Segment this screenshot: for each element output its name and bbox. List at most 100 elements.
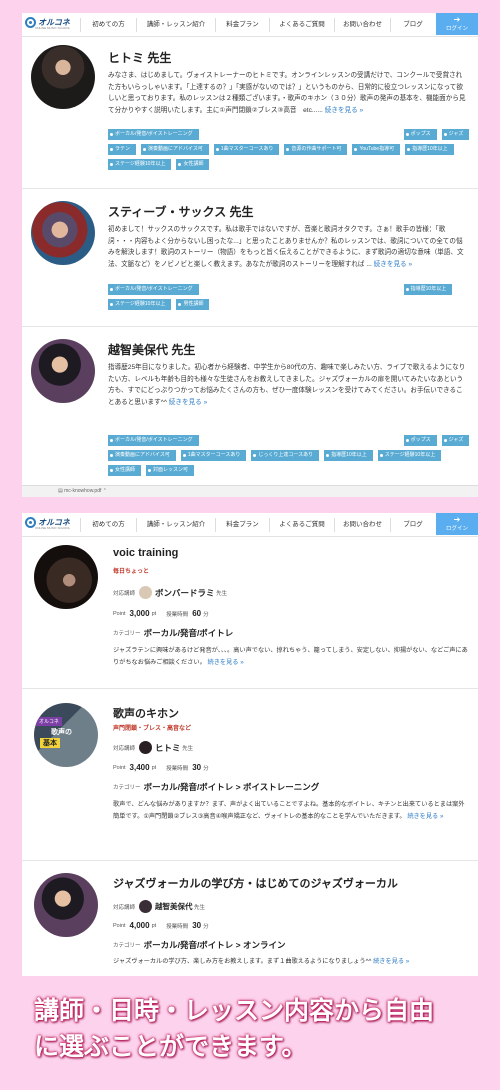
nav-item-contact[interactable]: お問い合わせ [335,13,390,37]
login-icon: ➔ [453,515,461,524]
tag[interactable]: ポップス [403,129,437,140]
lesson-duration: 60 [192,609,202,618]
teacher-mini-avatar [139,586,153,599]
teacher-avatar[interactable] [31,201,95,265]
nav-item-blog[interactable]: ブログ [391,513,435,537]
lesson-category[interactable]: ボーカル/発音/ボイトレ [144,627,234,639]
lesson-subtitle: 毎日ちょっと [113,569,150,575]
teacher-tags: ボーカル/発音/ボイストレーニング 指導歴10年以上 ステージ経験10年以上 男… [108,284,472,310]
tag[interactable]: 演奏動画にアドバイス可 [108,450,176,461]
nav-item-faq[interactable]: よくあるご質問 [270,13,334,37]
login-button[interactable]: ➔ ログイン [436,513,478,535]
lesson-title[interactable]: voic training [113,547,178,559]
tag[interactable]: 指導歴10年以上 [403,284,453,295]
nav-item-faq[interactable]: よくあるご質問 [270,513,334,537]
tag[interactable]: 演奏動画にアドバイス可 [141,144,209,155]
lesson-points: 3,400 [129,763,150,772]
tag[interactable]: ジャズ [441,435,470,446]
read-more-link[interactable]: 続きを見る » [407,813,443,820]
lesson-category[interactable]: ボーカル/発音/ボイトレ > オンライン [144,939,286,951]
read-more-link[interactable]: 続きを見る » [208,659,244,666]
login-icon: ➔ [453,15,461,24]
lesson-teacher-row: 対応講師 ヒトミ 先生 [113,741,194,754]
promo-caption: 講師・日時・レッスン内容から自由 に選ぶことができます。 [34,993,474,1065]
lesson-points: 3,000 [129,609,150,618]
teacher-avatar[interactable] [31,45,95,109]
tag[interactable]: ステージ経験10年以上 [108,299,172,310]
lesson-teacher-name[interactable]: ボンバードラミ [155,587,215,599]
lesson-thumbnail[interactable]: オルコネ 歌声の 基本 [34,703,98,767]
teacher-desc: みなさま、はじめまして。ヴォイストレーナーのヒトミです。オンラインレッスンの受講… [108,72,466,114]
tag[interactable]: ボーカル/発音/ボイストレーニング [108,284,199,295]
lesson-category[interactable]: ボーカル/発音/ボイトレ > ボイストレーニング [144,781,320,793]
teacher-desc: 初めまして！サックスのサックスです。私は歌手ではないですが、音楽と歌詞オタクです… [108,226,464,268]
teacher-card[interactable]: スティーブ・サックス 先生 初めまして！サックスのサックスです。私は歌手ではない… [22,189,478,327]
teacher-list-screenshot: オルコネ ONLINE MUSIC SCHOOL 初めての方 講師・レッスン紹介… [22,13,478,497]
lesson-point-row: Point 3,400 pt 授業時間 30 分 [113,763,209,772]
lesson-category-row: カテゴリー ボーカル/発音/ボイトレ > オンライン [113,939,286,951]
read-more-link[interactable]: 続きを見る » [374,261,412,268]
tag[interactable]: ステージ経験10年以上 [377,450,442,461]
logo-subtitle: ONLINE MUSIC SCHOOL [35,526,71,530]
tag[interactable]: じっくり上達コースあり [251,450,320,461]
lesson-desc: ジャズヴォーカルの学び方、楽しみ方をお教えします。まず１曲歌えるようになりましょ… [113,958,410,965]
lesson-desc: ジャズラテンに興味があるけど発音が、、、。高い声でない、掠れちゃう、籠ってしまう… [113,647,468,666]
teacher-mini-avatar [139,741,153,754]
nav-item-pricing[interactable]: 料金プラン [216,513,269,537]
teacher-avatar[interactable] [31,339,95,403]
download-bar[interactable]: ▤ mc-knowhow.pdf ⌃ [22,485,478,497]
lesson-point-row: Point 3,000 pt 授業時間 60 分 [113,609,209,618]
tag[interactable]: 男性講師 [176,299,210,310]
tag[interactable]: 指導歴10年以上 [324,450,373,461]
lesson-teacher-row: 対応講師 越智美保代 先生 [113,900,206,913]
top-nav: オルコネ ONLINE MUSIC SCHOOL 初めての方 講師・レッスン紹介… [22,13,478,37]
tag[interactable]: 指導歴10年以上 [405,144,454,155]
lesson-points: 4,000 [129,921,150,930]
nav-item-contact[interactable]: お問い合わせ [335,513,390,537]
tag[interactable]: ボーカル/発音/ボイストレーニング [108,129,199,140]
teacher-name[interactable]: スティーブ・サックス 先生 [108,203,254,220]
tag[interactable]: 女性講師 [108,465,142,476]
nav-item-pricing[interactable]: 料金プラン [216,13,269,37]
teacher-card[interactable]: ヒトミ 先生 みなさま、はじめまして。ヴォイストレーナーのヒトミです。オンライン… [22,37,478,189]
teacher-card[interactable]: 越智美保代 先生 指導歴25年目になりました。初心者から経験者、中学生から80代… [22,327,478,485]
nav-item-blog[interactable]: ブログ [391,13,435,37]
tag[interactable]: ポップス [403,435,437,446]
tag[interactable]: 1曲マスターコースあり [213,144,280,155]
teacher-name[interactable]: ヒトミ 先生 [108,49,171,66]
lesson-subtitle: 声門閉鎖・ブレス・高音など [113,726,192,732]
lesson-card[interactable]: voic training 毎日ちょっと 対応講師 ボンバードラミ 先生 Poin… [22,537,478,689]
lesson-duration: 30 [192,763,202,772]
nav-item-teachers[interactable]: 講師・レッスン紹介 [137,13,215,37]
tag[interactable]: YouTube指導可 [352,144,401,155]
tag[interactable]: ボーカル/発音/ボイストレーニング [108,435,199,446]
nav-item-first-time[interactable]: 初めての方 [81,13,136,37]
top-nav: オルコネ ONLINE MUSIC SCHOOL 初めての方 講師・レッスン紹介… [22,513,478,537]
read-more-link[interactable]: 続きを見る » [169,399,207,406]
lesson-title[interactable]: 歌声のキホン [113,705,179,721]
tag[interactable]: 1曲マスターコースあり [180,450,247,461]
lesson-card[interactable]: ジャズヴォーカルの学び方・はじめてのジャズヴォーカル 対応講師 越智美保代 先生 … [22,861,478,976]
tag[interactable]: ラテン [108,144,137,155]
nav-item-teachers[interactable]: 講師・レッスン紹介 [137,513,215,537]
caption-line-1: 講師・日時・レッスン内容から自由 [34,997,435,1025]
lesson-teacher-name[interactable]: ヒトミ [155,742,181,754]
teacher-name[interactable]: 越智美保代 先生 [108,341,195,358]
teacher-tags: ボーカル/発音/ボイストレーニング ポップス ジャズ ラテン 演奏動画にアドバイ… [108,129,472,170]
lesson-title[interactable]: ジャズヴォーカルの学び方・はじめてのジャズヴォーカル [113,875,398,891]
read-more-link[interactable]: 続きを見る » [325,107,363,114]
tag[interactable]: 対面レッスン可 [146,465,195,476]
lesson-card[interactable]: オルコネ 歌声の 基本 歌声のキホン 声門閉鎖・ブレス・高音など 対応講師 ヒトミ… [22,689,478,861]
lesson-category-row: カテゴリー ボーカル/発音/ボイトレ [113,627,234,639]
teacher-desc: 指導歴25年目になりました。初心者から経験者、中学生から80代の方、趣味で楽しみ… [108,364,466,406]
lesson-thumbnail[interactable] [34,545,98,609]
nav-item-first-time[interactable]: 初めての方 [81,513,136,537]
login-button[interactable]: ➔ ログイン [436,13,478,35]
tag[interactable]: ジャズ [441,129,470,140]
lesson-teacher-name[interactable]: 越智美保代 [155,901,193,912]
read-more-link[interactable]: 続きを見る » [373,958,409,965]
tag[interactable]: 音源の作曲サポート可 [284,144,348,155]
tag[interactable]: 女性講師 [176,159,210,170]
lesson-thumbnail[interactable] [34,873,98,937]
tag[interactable]: ステージ経験10年以上 [108,159,172,170]
